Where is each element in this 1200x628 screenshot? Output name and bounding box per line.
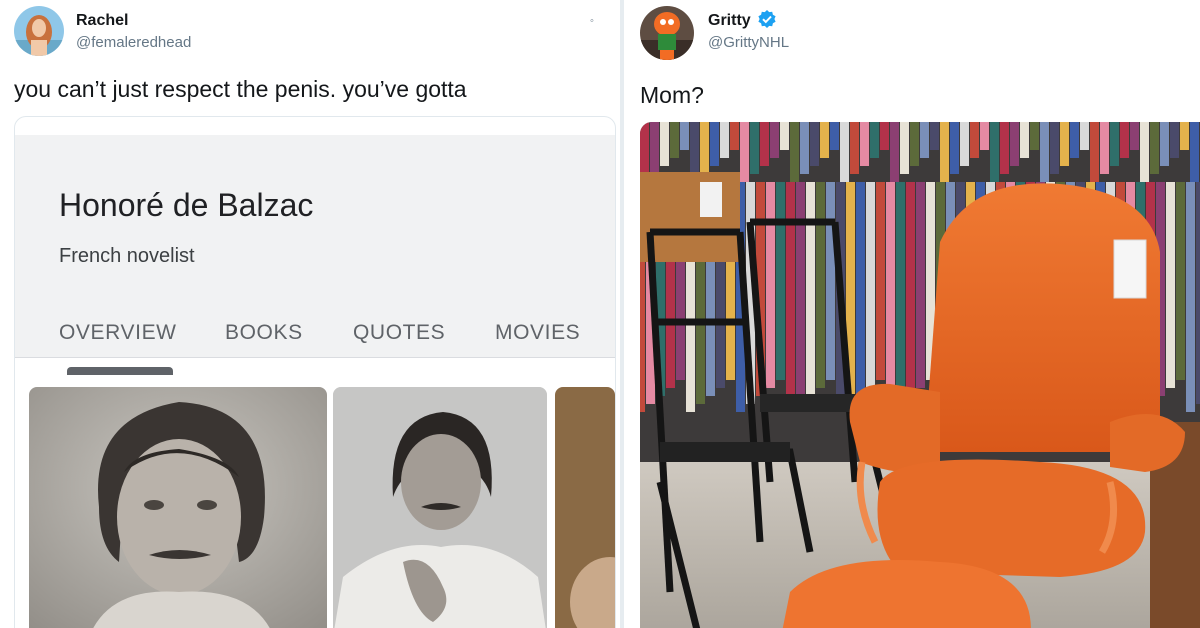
tab-overview[interactable]: OVERVIEW	[59, 321, 177, 345]
knowledge-panel-header: Honoré de Balzac French novelist OVERVIE…	[15, 135, 615, 375]
divider	[15, 357, 615, 358]
selected-tab-indicator	[67, 367, 173, 375]
tab-books[interactable]: BOOKS	[225, 321, 303, 345]
verified-badge-icon	[758, 10, 776, 33]
avatar-gritty[interactable]	[640, 6, 694, 60]
thrift-store-chair-photo[interactable]	[640, 122, 1200, 628]
tweet-media-card[interactable]: Honoré de Balzac French novelist OVERVIE…	[14, 116, 616, 628]
chevron-down-icon[interactable]: ◦	[590, 15, 594, 27]
balzac-portrait-photo-3[interactable]	[555, 387, 615, 628]
author-handle[interactable]: @femaleredhead	[76, 34, 191, 51]
balzac-portrait-photo-2[interactable]	[333, 387, 547, 628]
tweet-left: Rachel @femaleredhead ◦ you can’t just r…	[0, 0, 620, 628]
avatar-rachel[interactable]	[14, 6, 64, 56]
tab-quotes[interactable]: QUOTES	[353, 321, 445, 345]
author-name[interactable]: Gritty	[708, 12, 751, 30]
knowledge-panel-subtitle: French novelist	[59, 245, 195, 267]
tab-movies[interactable]: MOVIES	[495, 321, 580, 345]
author-handle[interactable]: @GrittyNHL	[708, 34, 789, 51]
tweet-text: Mom?	[640, 82, 704, 108]
knowledge-panel-title: Honoré de Balzac	[59, 187, 314, 223]
balzac-portrait-photo-1[interactable]	[29, 387, 327, 628]
tweet-right: Gritty @GrittyNHL Mom?	[624, 0, 1200, 628]
author-name[interactable]: Rachel	[76, 12, 128, 30]
tweet-text: you can’t just respect the penis. you’ve…	[14, 76, 467, 102]
